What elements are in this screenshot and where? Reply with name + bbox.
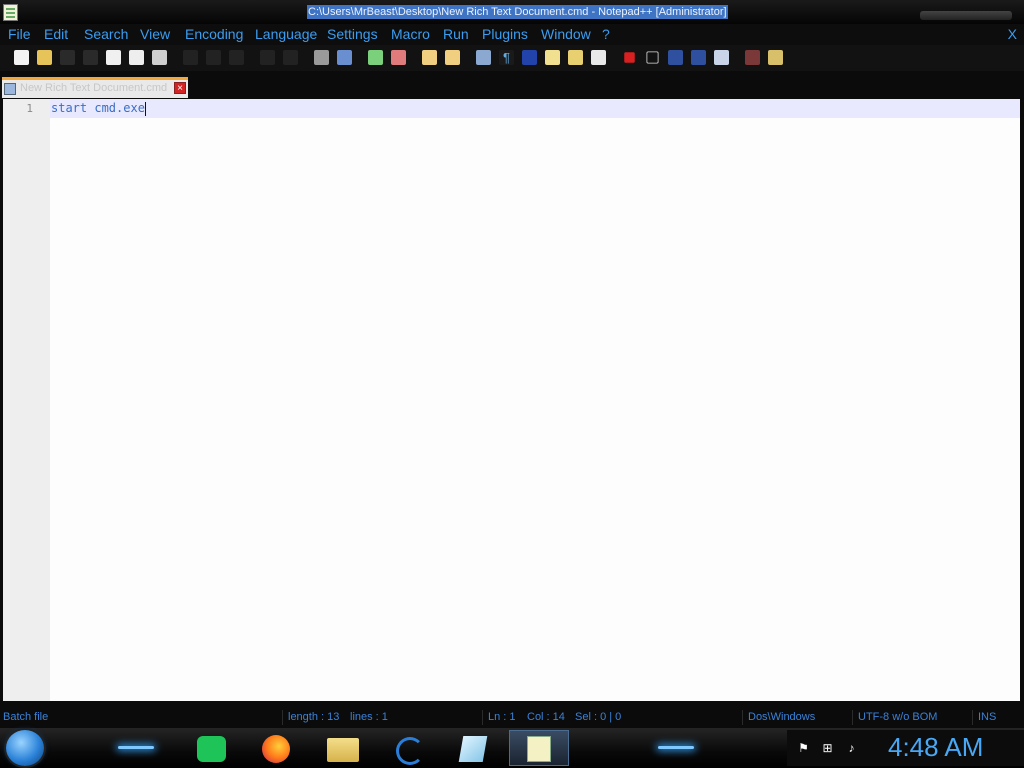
run-macro-multiple-icon[interactable] xyxy=(691,50,706,65)
close-file-icon[interactable] xyxy=(106,50,121,65)
line-number: 1 xyxy=(26,102,33,115)
spell-check-icon[interactable] xyxy=(745,50,760,65)
status-lines: lines : 1 xyxy=(350,711,388,723)
menu-plugins[interactable]: Plugins xyxy=(482,26,528,43)
action-center-flag-icon[interactable]: ⚑ xyxy=(797,742,810,755)
close-all-icon[interactable] xyxy=(129,50,144,65)
status-separator xyxy=(742,710,743,725)
taskbar-glow-right xyxy=(658,746,694,749)
status-col: Col : 14 xyxy=(527,711,565,723)
window-control-buttons[interactable] xyxy=(920,11,1012,20)
toolbar: ¶ xyxy=(0,45,1024,71)
close-document-button[interactable]: X xyxy=(1008,26,1017,43)
find-icon[interactable] xyxy=(314,50,329,65)
status-eol: Dos\Windows xyxy=(748,711,816,723)
code-line[interactable]: start cmd.exe xyxy=(51,101,146,116)
copy-icon[interactable] xyxy=(206,50,221,65)
text-caret xyxy=(144,101,146,116)
status-separator xyxy=(852,710,853,725)
taskbar-glow-left xyxy=(118,746,154,749)
taskbar-app-button[interactable] xyxy=(378,730,438,766)
open-file-icon[interactable] xyxy=(37,50,52,65)
code-text: start cmd.exe xyxy=(51,101,145,115)
spotify-icon xyxy=(197,736,226,762)
network-icon[interactable]: ⊞ xyxy=(821,742,834,755)
menu-file[interactable]: File xyxy=(8,26,31,43)
notes-icon xyxy=(458,736,488,762)
editor-area[interactable]: 1 start cmd.exe xyxy=(3,99,1020,701)
undo-icon[interactable] xyxy=(260,50,275,65)
status-sel: Sel : 0 | 0 xyxy=(575,711,622,723)
status-separator xyxy=(972,710,973,725)
status-separator xyxy=(482,710,483,725)
menu-view[interactable]: View xyxy=(140,26,170,43)
menu-macro[interactable]: Macro xyxy=(391,26,430,43)
record-macro-icon[interactable] xyxy=(624,52,635,63)
taskbar-spotify-button[interactable] xyxy=(182,730,242,766)
document-map-icon[interactable] xyxy=(568,50,583,65)
play-macro-icon[interactable] xyxy=(668,50,683,65)
function-list-icon[interactable] xyxy=(591,50,606,65)
menu-help[interactable]: ? xyxy=(602,26,610,43)
sync-vertical-icon[interactable] xyxy=(422,50,437,65)
volume-icon[interactable]: ♪ xyxy=(845,742,858,755)
notepadpp-icon xyxy=(527,736,551,762)
menu-language[interactable]: Language xyxy=(255,26,317,43)
redo-icon[interactable] xyxy=(283,50,298,65)
start-button[interactable] xyxy=(6,730,44,766)
save-macro-icon[interactable] xyxy=(714,50,729,65)
title-bar: C:\Users\MrBeast\Desktop\New Rich Text D… xyxy=(0,0,1024,24)
taskbar-notes-button[interactable] xyxy=(443,730,503,766)
notepadpp-icon[interactable] xyxy=(3,4,18,21)
status-bar: Batch file length : 13 lines : 1 Ln : 1 … xyxy=(0,709,1024,726)
status-ln: Ln : 1 xyxy=(488,711,516,723)
menu-run[interactable]: Run xyxy=(443,26,469,43)
new-file-icon[interactable] xyxy=(14,50,29,65)
save-all-icon[interactable] xyxy=(83,50,98,65)
firefox-icon xyxy=(262,735,290,763)
zoom-in-icon[interactable] xyxy=(368,50,383,65)
status-encoding: UTF-8 w/o BOM xyxy=(858,711,938,723)
menu-encoding[interactable]: Encoding xyxy=(185,26,243,43)
save-icon[interactable] xyxy=(60,50,75,65)
document-tab[interactable]: New Rich Text Document.cmd × xyxy=(2,77,188,98)
status-insert-mode: INS xyxy=(978,711,997,723)
tab-close-icon[interactable]: × xyxy=(174,82,186,94)
status-length: length : 13 xyxy=(288,711,340,723)
paste-icon[interactable] xyxy=(229,50,244,65)
print-icon[interactable] xyxy=(152,50,167,65)
menu-search[interactable]: Search xyxy=(84,26,128,43)
menu-edit[interactable]: Edit xyxy=(44,26,68,43)
indent-guide-icon[interactable] xyxy=(522,50,537,65)
stop-macro-icon[interactable] xyxy=(646,51,659,64)
status-file-type: Batch file xyxy=(3,711,49,723)
tab-bar: New Rich Text Document.cmd × xyxy=(0,72,1024,99)
folder-icon xyxy=(327,738,359,762)
replace-icon[interactable] xyxy=(337,50,352,65)
menu-bar: File Edit Search View Encoding Language … xyxy=(0,24,1024,45)
word-wrap-icon[interactable] xyxy=(476,50,491,65)
line-number-gutter: 1 xyxy=(3,99,50,701)
taskbar-explorer-button[interactable] xyxy=(313,730,373,766)
taskbar-notepadpp-button[interactable] xyxy=(509,730,569,766)
menu-settings[interactable]: Settings xyxy=(327,26,378,43)
document-icon xyxy=(4,83,16,95)
sync-horizontal-icon[interactable] xyxy=(445,50,460,65)
taskbar: ⚑ ⊞ ♪ 4:48 AM xyxy=(0,728,1024,768)
menu-window[interactable]: Window xyxy=(541,26,591,43)
folder-icon[interactable] xyxy=(768,50,783,65)
show-all-chars-icon[interactable]: ¶ xyxy=(499,50,514,65)
tab-label: New Rich Text Document.cmd xyxy=(20,82,168,94)
cut-icon[interactable] xyxy=(183,50,198,65)
window-title: C:\Users\MrBeast\Desktop\New Rich Text D… xyxy=(307,5,728,19)
clock[interactable]: 4:48 AM xyxy=(888,732,983,762)
taskbar-firefox-button[interactable] xyxy=(247,730,307,766)
current-line-highlight xyxy=(50,99,1020,118)
zoom-out-icon[interactable] xyxy=(391,50,406,65)
status-separator xyxy=(282,710,283,725)
circular-app-icon xyxy=(396,737,424,765)
user-defined-language-icon[interactable] xyxy=(545,50,560,65)
